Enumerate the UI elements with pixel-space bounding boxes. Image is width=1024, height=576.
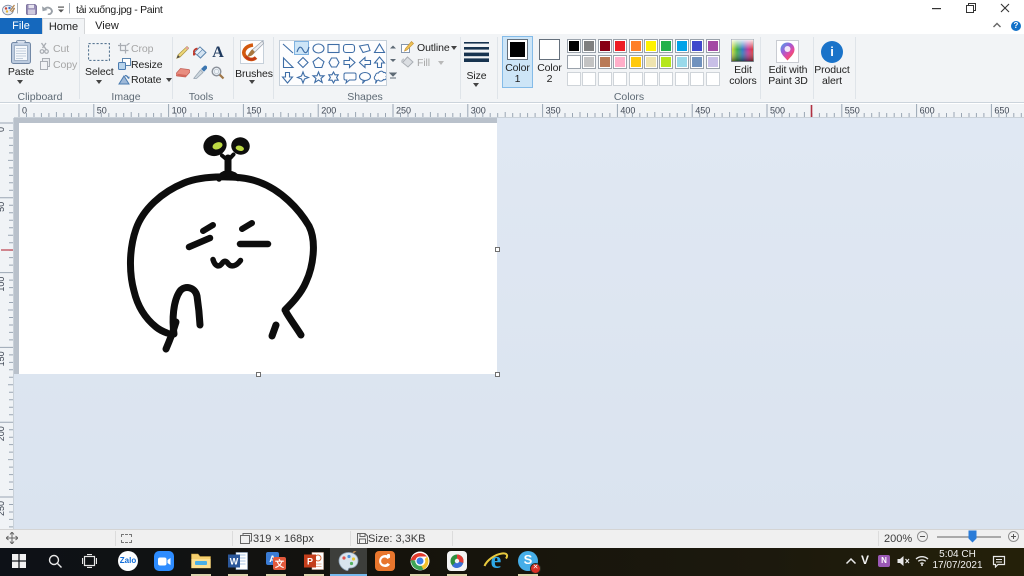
svg-text:450: 450 [695, 106, 710, 116]
svg-text:250: 250 [396, 106, 411, 116]
svg-text:400: 400 [620, 106, 635, 116]
svg-text:文: 文 [274, 558, 285, 569]
svg-text:300: 300 [471, 106, 486, 116]
svg-text:600: 600 [920, 106, 935, 116]
svg-text:500: 500 [770, 106, 785, 116]
svg-text:150: 150 [246, 106, 261, 116]
svg-text:P: P [307, 557, 313, 567]
svg-text:350: 350 [546, 106, 561, 116]
svg-text:0: 0 [22, 106, 27, 116]
svg-text:100: 100 [0, 277, 6, 292]
svg-text:650: 650 [994, 106, 1009, 116]
svg-text:50: 50 [97, 106, 107, 116]
svg-text:250: 250 [0, 501, 6, 516]
svg-text:0: 0 [0, 127, 6, 132]
svg-text:100: 100 [172, 106, 187, 116]
svg-text:200: 200 [321, 106, 336, 116]
svg-text:W: W [230, 557, 239, 567]
svg-text:550: 550 [845, 106, 860, 116]
svg-text:50: 50 [0, 202, 6, 212]
svg-text:150: 150 [0, 351, 6, 366]
svg-text:200: 200 [0, 426, 6, 441]
